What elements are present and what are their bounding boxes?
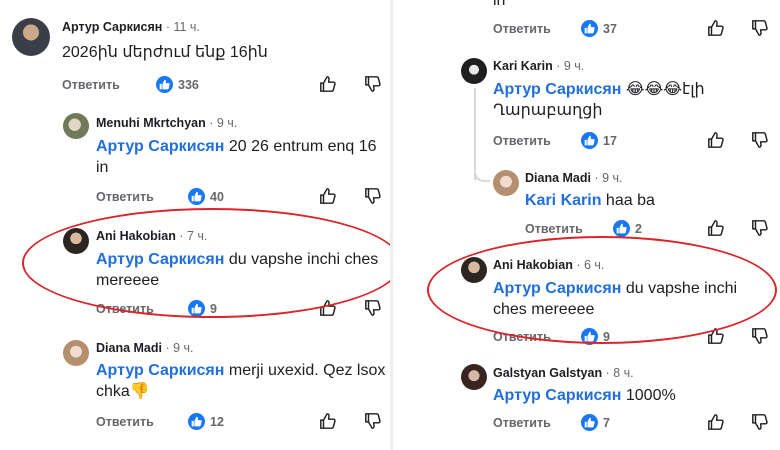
like-count-value: 336 (178, 77, 199, 92)
comment-text-content: էլի (681, 81, 705, 98)
like-count[interactable]: 2 (613, 220, 642, 237)
like-icon (581, 414, 598, 431)
mention-link[interactable]: Артур Саркисян (96, 138, 224, 155)
dislike-thumb-icon[interactable] (364, 187, 382, 205)
comment-meta: Galstyan Galstyan · 8 ч. (493, 366, 634, 380)
like-count[interactable]: 336 (156, 76, 199, 93)
like-icon (581, 20, 598, 37)
reply-button[interactable]: Ответить (525, 222, 583, 236)
like-count-value: 2 (635, 221, 642, 236)
comment-text: Артур Саркисян 😂😂😂էլի Ղարաբաղցի (493, 79, 773, 121)
avatar[interactable] (461, 58, 487, 84)
comment-time[interactable]: 11 ч. (173, 20, 199, 34)
avatar[interactable] (12, 18, 50, 56)
comment-text: Артур Саркисян 1000% (493, 385, 773, 406)
comment-text-content: 1000% (625, 387, 676, 404)
comment-meta: Diana Madi · 9 ч. (525, 171, 623, 185)
comment-author[interactable]: Diana Madi (96, 341, 162, 355)
reply-button[interactable]: Ответить (96, 190, 154, 204)
left-comments-panel: Артур Саркисян · 11 ч. 2026ին մերժում են… (0, 0, 390, 450)
reply-button[interactable]: Ответить (493, 134, 551, 148)
like-thumb-icon[interactable] (707, 19, 725, 37)
like-thumb-icon[interactable] (707, 131, 725, 149)
comment-time[interactable]: 9 ч. (564, 59, 584, 73)
like-count[interactable]: 40 (188, 188, 224, 205)
like-thumb-icon[interactable] (707, 413, 725, 431)
dislike-thumb-icon[interactable] (364, 412, 382, 430)
comment-time[interactable]: 9 ч. (602, 171, 622, 185)
comment-time[interactable]: 9 ч. (217, 116, 237, 130)
comment-time[interactable]: 8 ч. (613, 366, 633, 380)
like-icon (613, 220, 630, 237)
dislike-thumb-icon[interactable] (751, 327, 769, 345)
comment-meta: Menuhi Mkrtchyan · 9 ч. (96, 116, 238, 130)
thumbs-down-emoji-icon: 👎 (129, 383, 150, 400)
comment-text: Артур Саркисян merji uxexid. Qez lsox ch… (96, 360, 386, 402)
like-count[interactable]: 7 (581, 414, 610, 431)
like-count-value: 7 (603, 415, 610, 430)
avatar[interactable] (63, 340, 89, 366)
comment-author[interactable]: Diana Madi (525, 171, 591, 185)
comment-author[interactable]: Артур Саркисян (62, 20, 162, 34)
like-count[interactable]: 17 (581, 132, 617, 149)
dislike-thumb-icon[interactable] (364, 299, 382, 317)
comment-text: Артур Саркисян 20 26 entrum enq 16 in (96, 136, 386, 178)
comment-text: Kari Karin haa ba (525, 190, 765, 211)
comment-text: in (493, 0, 506, 9)
highlight-oval (22, 208, 390, 318)
like-thumb-icon[interactable] (319, 412, 337, 430)
avatar[interactable] (493, 170, 519, 196)
dislike-thumb-icon[interactable] (751, 219, 769, 237)
like-count[interactable]: 37 (581, 20, 617, 37)
comment-text-content: haa ba (605, 192, 655, 209)
comment-text: 2026ին մերժում ենք 16ին (62, 44, 268, 61)
right-comments-panel: in Ответить 37 Kari Karin · 9 ч. Артур С… (390, 0, 780, 450)
avatar[interactable] (63, 113, 89, 139)
mention-link[interactable]: Артур Саркисян (96, 362, 224, 379)
like-count-value: 12 (210, 414, 224, 429)
reply-button[interactable]: Ответить (96, 415, 154, 429)
comment-meta: Kari Karin · 9 ч. (493, 59, 585, 73)
like-icon (188, 413, 205, 430)
mention-link[interactable]: Артур Саркисян (493, 387, 621, 404)
like-count-value: 37 (603, 21, 617, 36)
reply-button[interactable]: Ответить (493, 22, 551, 36)
comment-time[interactable]: 9 ч. (173, 341, 193, 355)
dislike-thumb-icon[interactable] (364, 75, 382, 93)
like-count-value: 40 (210, 189, 224, 204)
like-thumb-icon[interactable] (707, 219, 725, 237)
comment-author[interactable]: Kari Karin (493, 59, 553, 73)
like-icon (188, 188, 205, 205)
comment-meta: Diana Madi · 9 ч. (96, 341, 194, 355)
comment-author[interactable]: Galstyan Galstyan (493, 366, 602, 380)
dislike-thumb-icon[interactable] (751, 413, 769, 431)
dislike-thumb-icon[interactable] (751, 19, 769, 37)
reply-button[interactable]: Ответить (493, 416, 551, 430)
comment-text-content: Ղարաբաղցի (493, 102, 603, 119)
reply-button[interactable]: Ответить (62, 78, 120, 92)
thread-connector (474, 166, 490, 182)
like-thumb-icon[interactable] (319, 187, 337, 205)
like-icon (581, 132, 598, 149)
like-count-value: 17 (603, 133, 617, 148)
comment-meta: Артур Саркисян · 11 ч. (62, 20, 200, 34)
dislike-thumb-icon[interactable] (751, 131, 769, 149)
like-icon (156, 76, 173, 93)
like-count[interactable]: 12 (188, 413, 224, 430)
like-thumb-icon[interactable] (319, 75, 337, 93)
avatar[interactable] (461, 364, 487, 390)
highlight-oval (427, 236, 777, 344)
comment-author[interactable]: Menuhi Mkrtchyan (96, 116, 206, 130)
laughing-emoji-icon: 😂😂😂 (625, 81, 682, 98)
mention-link[interactable]: Kari Karin (525, 192, 601, 209)
mention-link[interactable]: Артур Саркисян (493, 81, 621, 98)
